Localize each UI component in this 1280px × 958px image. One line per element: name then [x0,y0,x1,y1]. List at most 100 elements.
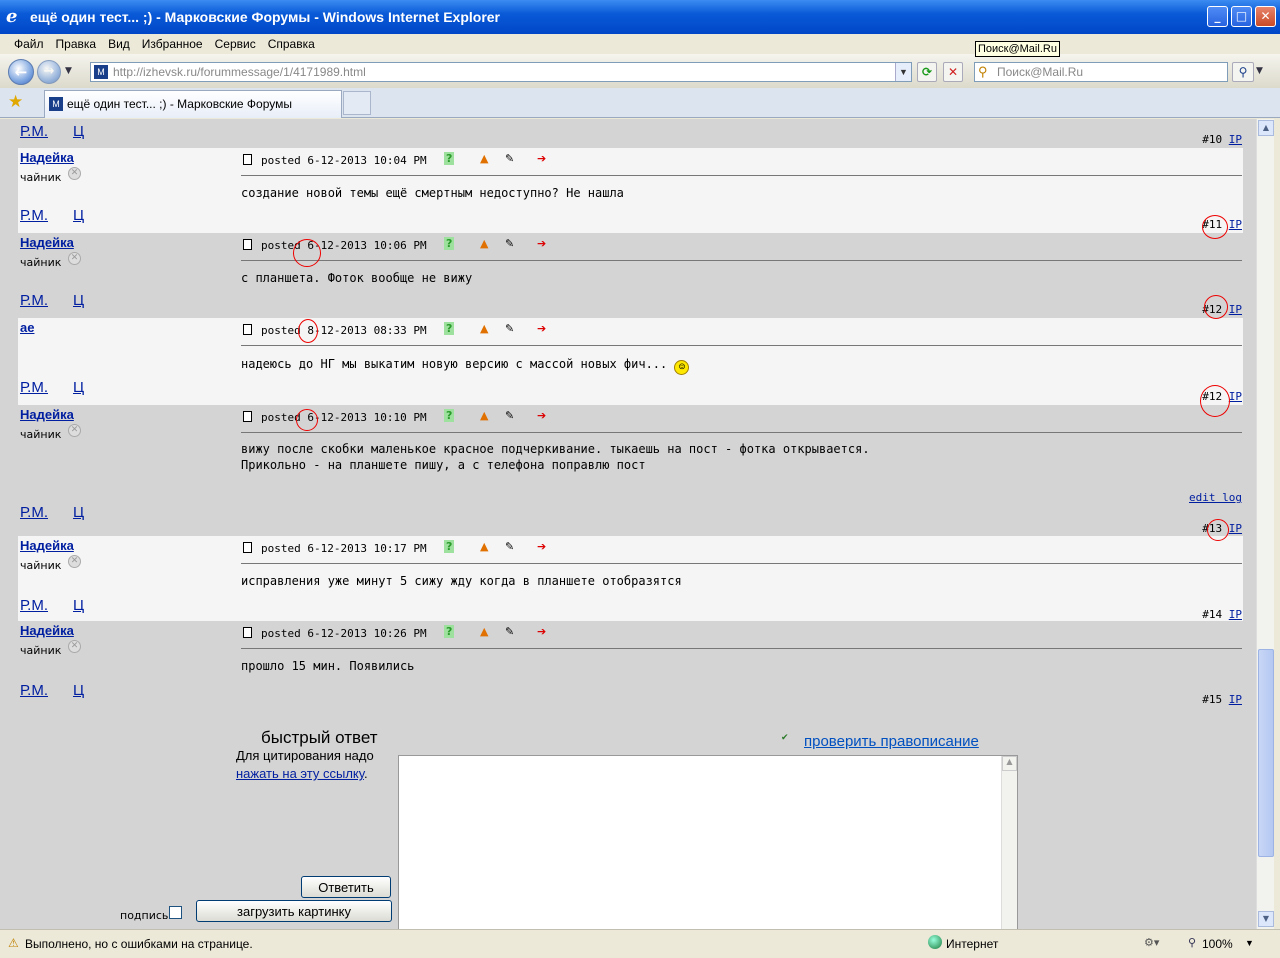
ip-link[interactable]: IP [1229,608,1242,621]
search-options-icon[interactable]: ▼ [1256,66,1263,76]
warn-icon[interactable]: ▲ [480,625,488,638]
scroll-down-icon[interactable]: ▼ [1258,911,1274,927]
address-dropdown-icon[interactable]: ▼ [895,63,911,81]
quote-icon[interactable]: ➔ [537,625,546,638]
post-author-link[interactable]: Надейка [20,407,74,422]
edit-icon[interactable]: ✎ [505,409,514,422]
rm-link[interactable]: Р.М. [20,292,48,309]
menu-tools[interactable]: Сервис [215,37,256,51]
post-doc-icon [243,154,252,165]
post-text: надеюсь до НГ мы выкатим новую версию с … [241,356,690,375]
edit-log-link[interactable]: edit log [1189,491,1242,504]
minimize-button[interactable]: _ [1207,6,1228,27]
warning-icon[interactable]: ⚠ [8,936,19,950]
c-link[interactable]: Ц [73,379,84,396]
post-author-role: чайник [20,644,62,657]
rm-link[interactable]: Р.М. [20,123,48,140]
ip-link[interactable]: IP [1229,133,1242,146]
warn-icon[interactable]: ▲ [480,540,488,553]
profile-icon[interactable]: ? [444,237,455,250]
post-author-link[interactable]: Надейка [20,538,74,553]
quote-icon[interactable]: ➔ [537,540,546,553]
textarea-scroll-up-icon[interactable]: ▲ [1002,756,1017,771]
menu-file[interactable]: Файл [14,37,44,51]
page-scrollbar[interactable]: ▲ ▼ [1256,119,1274,929]
refresh-button[interactable]: ⟳ [917,62,937,82]
reply-button[interactable]: Ответить [301,876,391,898]
quote-icon[interactable]: ➔ [537,409,546,422]
address-bar[interactable]: M http://izhevsk.ru/forummessage/1/41719… [90,62,912,82]
rm-link[interactable]: Р.М. [20,682,48,699]
post-author-link[interactable]: Надейка [20,623,74,638]
maximize-button[interactable]: □ [1231,6,1252,27]
ip-link[interactable]: IP [1229,693,1242,706]
tab-current[interactable]: M ещё один тест... ;) - Марковские Форум… [44,90,342,118]
forward-button[interactable]: → [37,60,61,84]
history-dropdown-icon[interactable]: ▼ [65,66,72,76]
menu-edit[interactable]: Правка [56,37,97,51]
post-author-link[interactable]: Надейка [20,235,74,250]
warn-icon[interactable]: ▲ [480,409,488,422]
profile-icon[interactable]: ? [444,409,455,422]
ip-link[interactable]: IP [1229,303,1242,316]
scroll-up-icon[interactable]: ▲ [1258,120,1274,136]
quote-hint: Для цитирования надо [236,748,374,763]
rm-link[interactable]: Р.М. [20,379,48,396]
reply-textarea[interactable]: ▲ [398,755,1018,929]
favorites-star-icon[interactable]: ★ [8,92,23,112]
protected-mode-icon[interactable]: ⚙▾ [1144,936,1159,949]
post-number: #10 IP [1202,133,1242,146]
post-author-link[interactable]: Надейка [20,150,74,165]
menu-help[interactable]: Справка [268,37,315,51]
close-button[interactable]: ✕ [1255,6,1276,27]
back-button[interactable]: ← [8,59,34,85]
stop-button[interactable]: ✕ [943,62,963,82]
edit-icon[interactable]: ✎ [505,625,514,638]
quote-link[interactable]: нажать на эту ссылку [236,766,364,781]
rm-link[interactable]: Р.М. [20,597,48,614]
c-link[interactable]: Ц [73,597,84,614]
warn-icon[interactable]: ▲ [480,237,488,250]
upload-image-button[interactable]: загрузить картинку [196,900,392,922]
rm-link[interactable]: Р.М. [20,504,48,521]
profile-icon[interactable]: ? [444,152,455,165]
zoom-level[interactable]: 100% [1202,937,1233,951]
edit-icon[interactable]: ✎ [505,540,514,553]
menu-view[interactable]: Вид [108,37,130,51]
menu-favorites[interactable]: Избранное [142,37,203,51]
c-link[interactable]: Ц [73,123,84,140]
search-input[interactable]: ⚲ Поиск@Mail.Ru [974,62,1228,82]
ip-link[interactable]: IP [1229,522,1242,535]
new-tab-button[interactable] [343,91,371,115]
zoom-icon[interactable]: ⚲ [1188,936,1196,949]
quote-icon[interactable]: ➔ [537,152,546,165]
ip-link[interactable]: IP [1229,218,1242,231]
c-link[interactable]: Ц [73,292,84,309]
signature-checkbox[interactable] [169,906,182,919]
c-link[interactable]: Ц [73,682,84,699]
ip-link[interactable]: IP [1229,390,1242,403]
c-link[interactable]: Ц [73,504,84,521]
search-button[interactable]: ⚲ [1232,62,1254,82]
edit-icon[interactable]: ✎ [505,322,514,335]
scroll-thumb[interactable] [1258,649,1274,857]
spellcheck-link[interactable]: проверить правописание [804,733,979,750]
rm-link[interactable]: Р.М. [20,207,48,224]
profile-icon[interactable]: ? [444,322,455,335]
zoom-dropdown-icon[interactable]: ▼ [1245,938,1254,948]
post-author-link[interactable]: ae [20,320,34,335]
tab-title: ещё один тест... ;) - Марковские Форумы [67,97,292,111]
post-author-role: чайник [20,428,62,441]
c-link[interactable]: Ц [73,207,84,224]
quote-icon[interactable]: ➔ [537,322,546,335]
spellcheck-icon[interactable]: ✔ [781,733,789,743]
quote-icon[interactable]: ➔ [537,237,546,250]
profile-icon[interactable]: ? [444,625,455,638]
edit-icon[interactable]: ✎ [505,152,514,165]
warn-icon[interactable]: ▲ [480,322,488,335]
edit-icon[interactable]: ✎ [505,237,514,250]
textarea-scrollbar[interactable]: ▲ [1001,756,1017,929]
tab-favicon-icon: M [49,97,63,111]
profile-icon[interactable]: ? [444,540,455,553]
warn-icon[interactable]: ▲ [480,152,488,165]
